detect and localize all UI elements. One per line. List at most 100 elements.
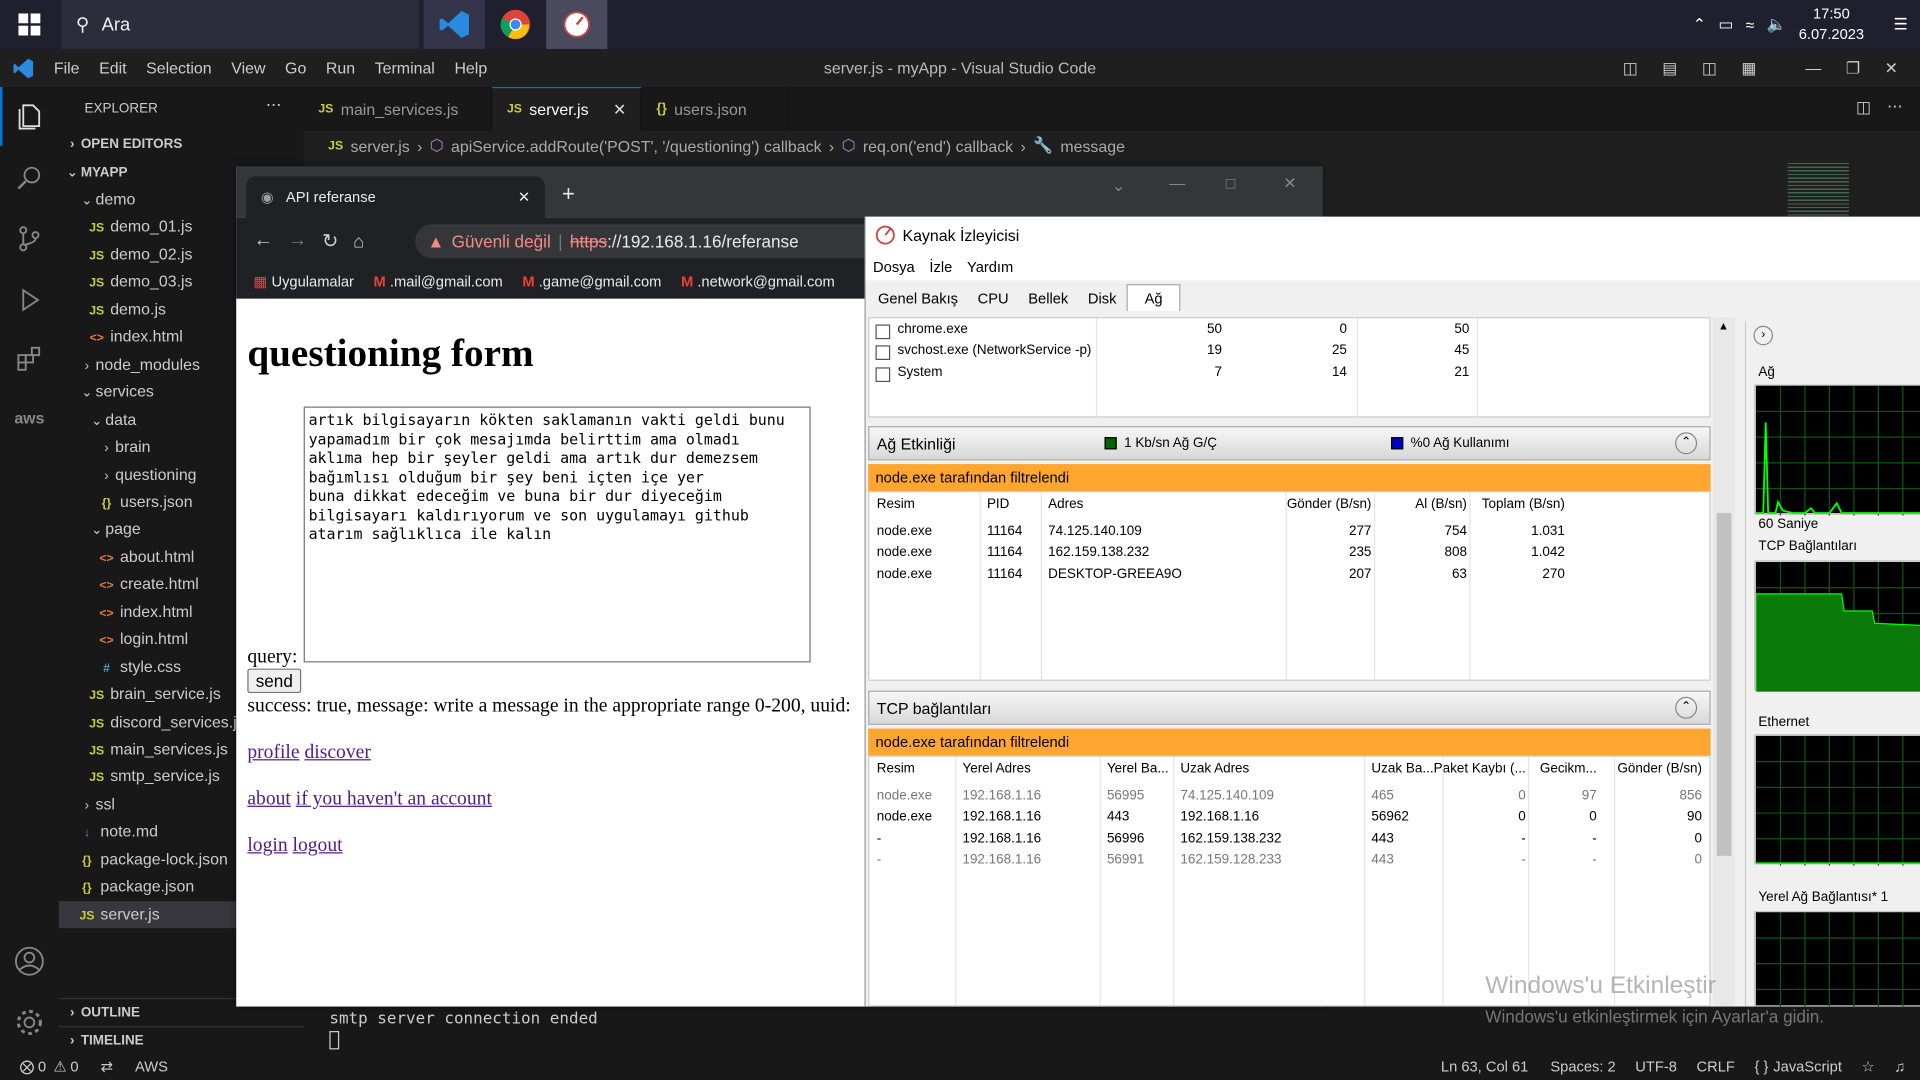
collapse-icon[interactable]: ⌃ <box>1675 432 1698 455</box>
column-header[interactable]: Uzak Ba... <box>1371 762 1433 777</box>
table-row[interactable]: - 192.168.1.16 56991 162.159.128.233 443 - - 0 <box>869 852 1709 873</box>
table-row[interactable]: node.exe 11164 74.125.140.109 277 754 1.031 <box>869 524 1709 545</box>
logout-link[interactable]: logout <box>293 835 343 856</box>
tab-cpu[interactable]: CPU <box>968 285 1019 312</box>
menu-terminal[interactable]: Terminal <box>365 59 445 77</box>
column-header[interactable]: Yerel Ba... <box>1107 762 1169 777</box>
column-header[interactable]: Adres <box>1048 497 1083 512</box>
taskbar-vscode[interactable] <box>423 0 485 49</box>
expand-graphs-icon[interactable]: › <box>1753 325 1774 346</box>
close-tab-icon[interactable]: ✕ <box>518 189 530 206</box>
resmon-scrollbar[interactable]: ▲ <box>1713 317 1736 1007</box>
timeline-section[interactable]: › TIMELINE <box>58 1026 304 1053</box>
tab-main-services[interactable]: JS main_services.js <box>304 86 493 132</box>
toggle-secondary-sidebar-icon[interactable]: ◫ <box>1702 58 1717 78</box>
reload-icon[interactable]: ↻ <box>322 229 338 253</box>
browser-close-button[interactable]: ✕ <box>1283 174 1296 194</box>
menu-help[interactable]: Help <box>445 59 497 77</box>
about-link[interactable]: about <box>247 789 291 810</box>
close-tab-icon[interactable]: ✕ <box>613 100 626 120</box>
editor-more-actions-icon[interactable]: ⋯ <box>1887 97 1903 117</box>
tab-users-json[interactable]: {} users.json <box>642 86 789 132</box>
menu-dosya[interactable]: Dosya <box>873 258 915 275</box>
process-checkbox[interactable] <box>875 345 891 361</box>
warning-count[interactable]: 0 <box>70 1057 78 1074</box>
open-editors-section[interactable]: › OPEN EDITORS <box>59 131 304 158</box>
wifi-icon[interactable]: ≈ <box>1746 15 1755 33</box>
process-row[interactable]: System 7 14 21 <box>869 365 1709 386</box>
process-row[interactable]: svchost.exe (NetworkService -p) 19 25 45 <box>869 343 1709 364</box>
breadcrumb-req-on[interactable]: req.on('end') callback <box>863 137 1013 155</box>
bell-icon[interactable]: ♫ <box>1894 1057 1905 1074</box>
remote-icon[interactable]: ⇄ <box>101 1057 113 1074</box>
breadcrumb-file[interactable]: server.js <box>350 137 409 155</box>
bookmark-apps[interactable]: ▦ Uygulamalar <box>253 273 353 290</box>
bookmark-network[interactable]: M .network@gmail.com <box>681 273 835 290</box>
aws-status[interactable]: AWS <box>135 1057 168 1074</box>
column-header[interactable]: Gönder (B/sn) <box>1287 497 1372 512</box>
menu-izle[interactable]: İzle <box>929 258 952 275</box>
bookmark-game[interactable]: M .game@gmail.com <box>522 273 661 290</box>
warning-icon[interactable]: ⚠ <box>53 1057 66 1074</box>
table-row[interactable]: node.exe 192.168.1.16 56995 74.125.140.109 4… <box>869 789 1709 810</box>
bookmark-mail[interactable]: M .mail@gmail.com <box>374 273 503 290</box>
browser-minimize-button[interactable]: — <box>1169 174 1185 192</box>
signup-link[interactable]: if you haven't an account <box>296 789 492 810</box>
minimize-button[interactable]: — <box>1805 59 1821 77</box>
accounts-icon[interactable] <box>0 932 59 991</box>
table-row[interactable]: node.exe 11164 DESKTOP-GREEA9O 207 63 270 <box>869 567 1709 588</box>
explorer-icon[interactable] <box>0 86 59 146</box>
settings-gear-icon[interactable] <box>0 993 59 1052</box>
column-header[interactable]: Yerel Adres <box>962 762 1030 777</box>
column-header[interactable]: Resim <box>877 762 915 777</box>
menu-yardim[interactable]: Yardım <box>967 258 1013 275</box>
scroll-up-icon[interactable]: ▲ <box>1718 320 1729 332</box>
security-status[interactable]: Güvenli değil <box>452 231 551 251</box>
menu-file[interactable]: File <box>44 59 89 77</box>
encoding[interactable]: UTF-8 <box>1635 1057 1677 1074</box>
windows-start-button[interactable] <box>0 0 59 49</box>
home-icon[interactable]: ⌂ <box>353 231 364 252</box>
menu-view[interactable]: View <box>221 59 275 77</box>
cursor-position[interactable]: Ln 63, Col 61 <box>1441 1057 1528 1074</box>
notifications-icon[interactable]: ☰ <box>1893 15 1907 35</box>
split-editor-icon[interactable]: ◫ <box>1856 98 1871 118</box>
taskbar-search[interactable]: ⚲ Ara <box>61 0 419 49</box>
browser-maximize-button[interactable]: □ <box>1226 174 1236 192</box>
run-debug-icon[interactable] <box>0 271 59 330</box>
feedback-icon[interactable]: ☆ <box>1862 1057 1875 1074</box>
profile-link[interactable]: profile <box>247 742 299 763</box>
process-row[interactable]: chrome.exe 50 0 50 <box>869 322 1709 343</box>
column-header[interactable]: Uzak Adres <box>1180 762 1249 777</box>
login-link[interactable]: login <box>247 835 287 856</box>
tab-overview[interactable]: Genel Bakış <box>868 285 968 312</box>
column-header[interactable]: Gecikm... <box>1540 762 1597 777</box>
table-row[interactable]: node.exe 192.168.1.16 443 192.168.1.16 56962… <box>869 810 1709 831</box>
column-header[interactable]: Resim <box>877 497 915 512</box>
back-icon[interactable]: ← <box>253 230 273 252</box>
indentation[interactable]: Spaces: 2 <box>1550 1057 1615 1074</box>
extensions-icon[interactable] <box>0 329 59 388</box>
query-textarea[interactable]: artık bilgisayarın kökten saklamanın vak… <box>303 406 811 663</box>
table-row[interactable]: - 192.168.1.16 56996 162.159.138.232 443 - - 0 <box>869 831 1709 852</box>
table-row[interactable]: node.exe 11164 162.159.138.232 235 808 1.042 <box>869 545 1709 566</box>
send-button[interactable]: send <box>247 668 302 694</box>
volume-icon[interactable]: 🔈 <box>1767 15 1787 35</box>
column-header[interactable]: Paket Kaybı (... <box>1434 762 1526 777</box>
network-activity-header[interactable]: Ağ Etkinliği 1 Kb/sn Ağ G/Ç %0 Ağ Kullan… <box>868 426 1711 461</box>
column-header[interactable]: Toplam (B/sn) <box>1482 497 1565 512</box>
tab-network[interactable]: Ağ <box>1126 284 1181 312</box>
toggle-sidebar-icon[interactable]: ◫ <box>1623 58 1638 78</box>
source-control-icon[interactable] <box>0 209 59 268</box>
tcp-connections-header[interactable]: TCP bağlantıları ⌃ <box>868 690 1711 725</box>
menu-run[interactable]: Run <box>316 59 365 77</box>
error-icon[interactable]: ⨂ <box>20 1057 35 1074</box>
breadcrumb-message[interactable]: message <box>1060 137 1125 155</box>
battery-icon[interactable]: ▭ <box>1718 15 1733 35</box>
language-mode[interactable]: JavaScript <box>1773 1057 1842 1074</box>
tab-disk[interactable]: Disk <box>1078 285 1126 312</box>
line-ending[interactable]: CRLF <box>1697 1057 1735 1074</box>
chevron-up-icon[interactable]: ⌃ <box>1693 15 1706 35</box>
discover-link[interactable]: discover <box>304 742 370 763</box>
close-window-button[interactable]: ✕ <box>1885 58 1898 78</box>
